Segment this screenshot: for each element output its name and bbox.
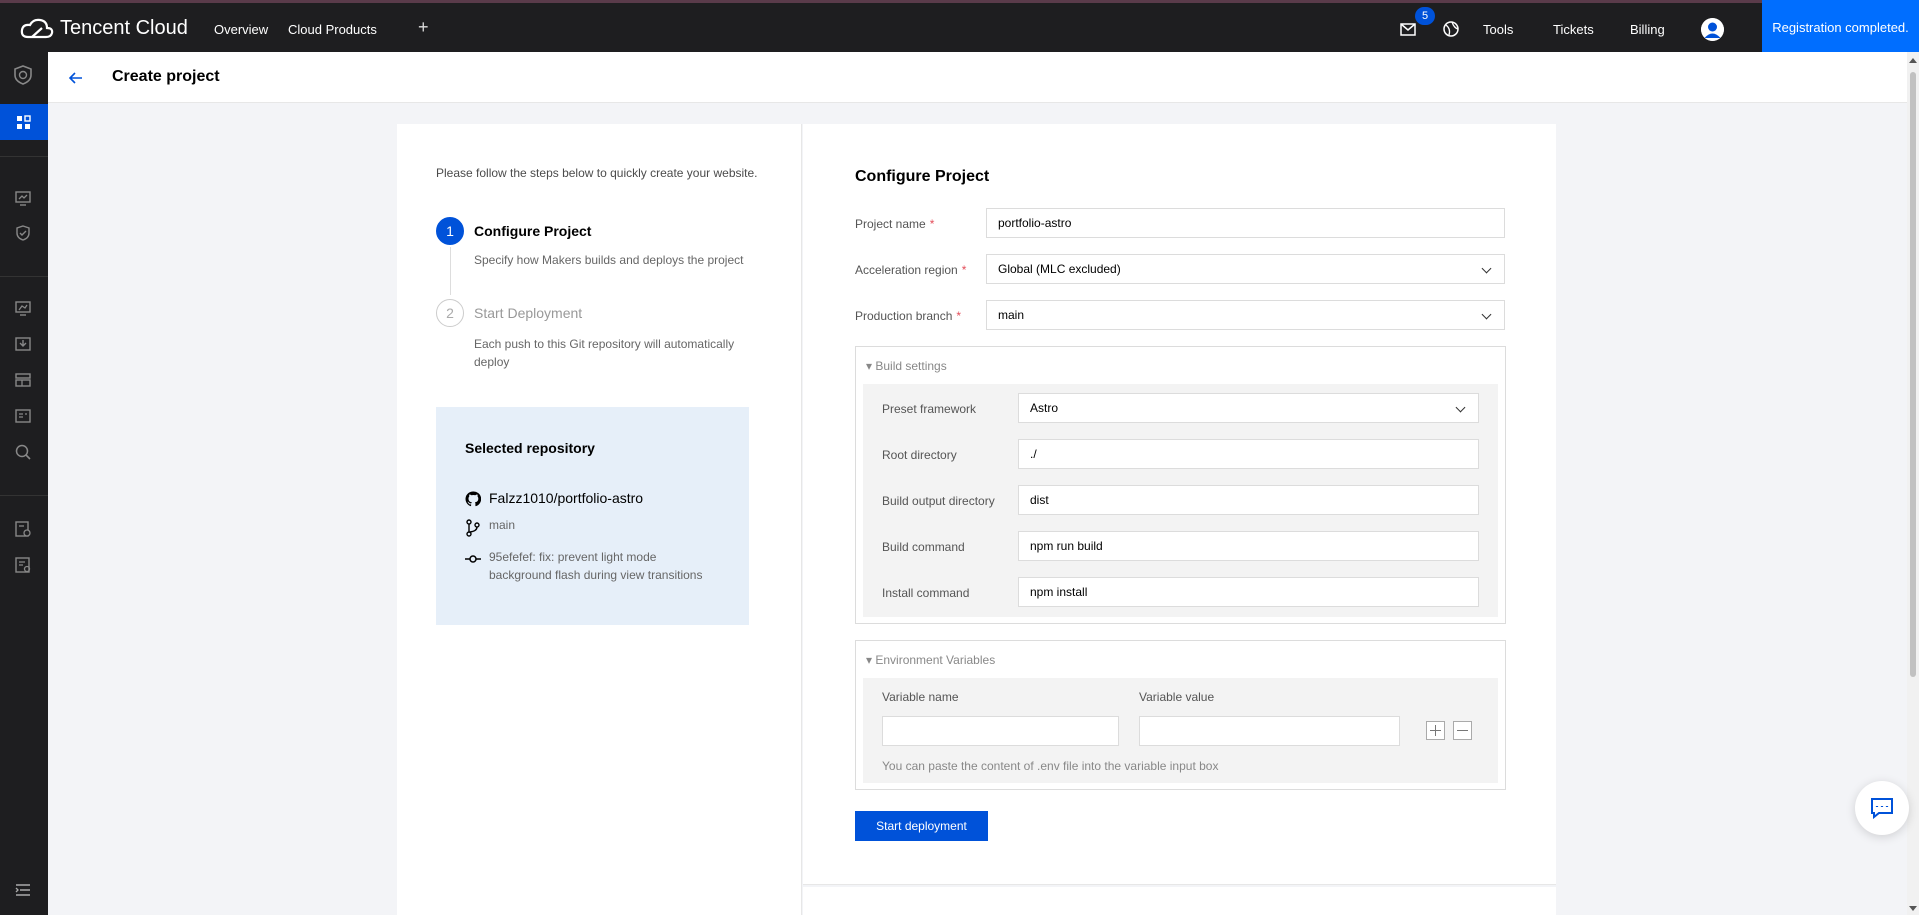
variable-name-label: Variable name	[882, 690, 959, 704]
preset-framework-select[interactable]: Astro	[1018, 393, 1479, 423]
branch-select[interactable]: main	[986, 300, 1505, 330]
repo-commit-row: 95efefef: fix: prevent light mode backgr…	[465, 548, 715, 584]
scroll-down-icon[interactable]	[1909, 906, 1917, 911]
tencent-cloud-logo[interactable]: Tencent Cloud	[20, 17, 188, 40]
repo-name: Falzz1010/portfolio-astro	[489, 490, 644, 506]
root-directory-input[interactable]: ./	[1018, 439, 1479, 469]
shield-logo-icon[interactable]	[12, 64, 34, 86]
region-label: Acceleration region *	[855, 263, 967, 277]
build-output-label: Build output directory	[882, 494, 995, 508]
env-hint: You can paste the content of .env file i…	[882, 759, 1219, 773]
build-settings-body: Preset framework Astro Root directory ./…	[863, 384, 1498, 617]
configure-form-panel: Configure Project Project name * portfoli…	[803, 124, 1556, 885]
steps-intro: Please follow the steps below to quickly…	[436, 166, 758, 180]
repo-title: Selected repository	[465, 440, 595, 456]
settings-doc-icon[interactable]	[14, 520, 32, 538]
step-2-number: 2	[436, 299, 464, 327]
menu-collapse-icon[interactable]	[14, 881, 32, 899]
git-commit-icon	[465, 555, 481, 563]
branch-label: Production branch *	[855, 309, 962, 323]
user-avatar[interactable]	[1701, 18, 1724, 41]
page-title: Create project	[112, 68, 220, 85]
build-settings-toggle[interactable]: ▾ Build settings	[866, 359, 947, 373]
layers-icon[interactable]	[14, 371, 32, 389]
left-sidebar	[0, 52, 48, 915]
repo-name-row: Falzz1010/portfolio-astro	[465, 490, 643, 507]
project-name-input[interactable]: portfolio-astro	[986, 208, 1505, 238]
shield-check-icon[interactable]	[14, 224, 32, 242]
nav-billing[interactable]: Billing	[1630, 22, 1665, 37]
step-1-number: 1	[436, 217, 464, 245]
env-variables-panel: ▾ Environment Variables Variable name Va…	[855, 640, 1506, 790]
page-scrollbar[interactable]	[1907, 52, 1919, 915]
back-arrow-icon[interactable]	[66, 68, 86, 88]
install-command-label: Install command	[882, 586, 970, 600]
build-command-label: Build command	[882, 540, 965, 554]
mail-badge: 5	[1415, 7, 1435, 25]
region-select[interactable]: Global (MLC excluded)	[986, 254, 1505, 284]
root-directory-label: Root directory	[882, 448, 957, 462]
nav-overview[interactable]: Overview	[214, 22, 268, 37]
selected-repository-box: Selected repository Falzz1010/portfolio-…	[436, 407, 749, 625]
github-icon	[465, 491, 481, 507]
project-name-label: Project name *	[855, 217, 935, 231]
repo-commit: 95efefef: fix: prevent light mode backgr…	[489, 550, 703, 582]
brand-name: Tencent Cloud	[60, 17, 188, 39]
search-icon[interactable]	[14, 443, 32, 461]
download-icon[interactable]	[14, 335, 32, 353]
cloud-logo-icon	[20, 18, 54, 38]
grid-icon	[17, 115, 31, 129]
step-2-title: Start Deployment	[474, 305, 583, 321]
steps-panel: Please follow the steps below to quickly…	[397, 124, 802, 915]
user-icon	[1701, 18, 1724, 41]
preset-framework-label: Preset framework	[882, 402, 977, 416]
git-branch-icon	[466, 519, 480, 537]
mail-icon[interactable]	[1399, 20, 1417, 38]
step-1-desc: Specify how Makers builds and deploys th…	[474, 253, 744, 267]
chat-support-button[interactable]	[1855, 781, 1909, 835]
repo-branch: main	[489, 518, 516, 532]
page-header: Create project	[48, 52, 1907, 103]
nav-tickets[interactable]: Tickets	[1553, 22, 1594, 37]
env-variables-body: Variable name Variable value You can pas…	[863, 678, 1498, 783]
registration-status-button[interactable]: Registration completed.	[1762, 0, 1919, 55]
add-shortcut-icon[interactable]: +	[418, 17, 429, 38]
install-command-input[interactable]: npm install	[1018, 577, 1479, 607]
step-2-desc: Each push to this Git repository will au…	[474, 337, 735, 369]
step-connector	[450, 247, 451, 295]
scroll-up-icon[interactable]	[1909, 58, 1917, 63]
monitor-icon[interactable]	[14, 189, 32, 207]
form-title: Configure Project	[855, 168, 990, 185]
variable-value-label: Variable value	[1139, 690, 1215, 704]
variable-value-input[interactable]	[1139, 716, 1400, 746]
add-variable-button[interactable]	[1426, 721, 1445, 740]
repo-branch-row: main	[465, 518, 515, 537]
nav-tools[interactable]: Tools	[1483, 22, 1513, 37]
start-deployment-button[interactable]: Start deployment	[855, 811, 988, 841]
variable-name-input[interactable]	[882, 716, 1119, 746]
globe-icon[interactable]	[1442, 20, 1460, 38]
document-icon[interactable]	[14, 407, 32, 425]
remove-variable-button[interactable]	[1453, 721, 1472, 740]
build-output-input[interactable]: dist	[1018, 485, 1479, 515]
nav-cloud-products[interactable]: Cloud Products	[288, 22, 377, 37]
chart-monitor-icon[interactable]	[14, 299, 32, 317]
report-icon[interactable]	[14, 556, 32, 574]
top-navbar: Tencent Cloud Overview Cloud Products + …	[0, 0, 1919, 55]
env-variables-toggle[interactable]: ▾ Environment Variables	[866, 653, 995, 667]
build-settings-panel: ▾ Build settings Preset framework Astro …	[855, 346, 1506, 624]
chat-icon	[1871, 798, 1893, 819]
build-command-input[interactable]: npm run build	[1018, 531, 1479, 561]
step-1-title: Configure Project	[474, 223, 592, 239]
sidebar-item-overview[interactable]	[0, 104, 48, 140]
form-panel-continuation	[803, 887, 1556, 915]
scroll-thumb[interactable]	[1910, 72, 1916, 677]
